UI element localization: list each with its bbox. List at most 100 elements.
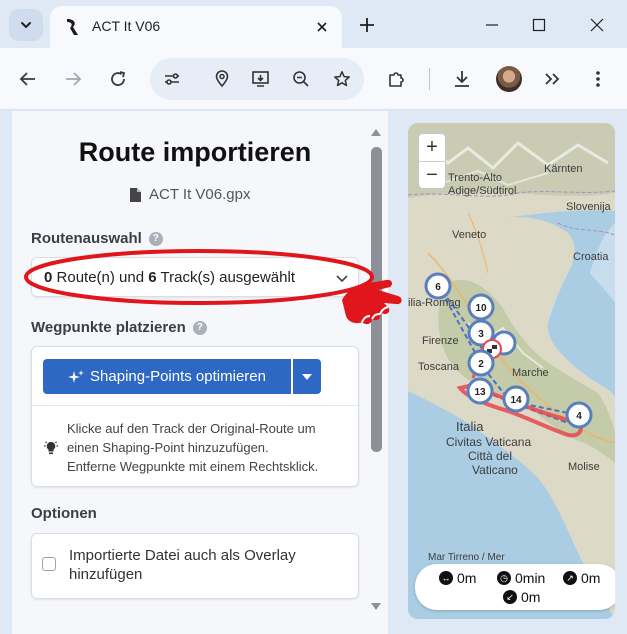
- route-section-label: Routenauswahl ?: [31, 230, 163, 247]
- scroll-up-icon: [371, 129, 381, 136]
- file-name: ACT It V06.gpx: [130, 186, 250, 203]
- close-icon: [590, 18, 604, 32]
- zoom-out-icon: [293, 71, 309, 87]
- arrow-left-icon: [19, 72, 35, 86]
- help-icon[interactable]: ?: [192, 320, 207, 335]
- route-map[interactable]: + − Trento-Alto Adige/Südtirol Kärnten S…: [408, 123, 615, 619]
- cluster-label: 10: [475, 303, 487, 314]
- route-label: Route(n) und: [56, 269, 145, 286]
- reload-button[interactable]: [106, 67, 130, 91]
- waypoint-section-title: Wegpunkte platzieren: [31, 319, 186, 336]
- route-selection-text: 0 Route(n) und 6 Track(s) ausgewählt: [44, 269, 295, 286]
- star-icon: [334, 71, 350, 87]
- puzzle-icon: [389, 72, 404, 87]
- lightbulb-icon: [44, 440, 58, 454]
- cluster-marker[interactable]: 2: [467, 349, 495, 377]
- tab-title: ACT It V06: [92, 18, 161, 34]
- waypoint-section-label: Wegpunkte platzieren ?: [31, 319, 207, 336]
- cluster-marker[interactable]: 13: [466, 377, 494, 405]
- new-tab-button[interactable]: [356, 14, 378, 36]
- tab-close-button[interactable]: [312, 17, 332, 37]
- waypoint-info-text: Klicke auf den Track der Original-Route …: [67, 419, 318, 476]
- active-tab[interactable]: ACT It V06: [50, 6, 342, 48]
- ascent-stat: ↗ 0m: [563, 570, 600, 586]
- tune-icon: [165, 73, 179, 85]
- overlay-checkbox-label[interactable]: Importierte Datei auch als Overlay hinzu…: [69, 546, 349, 584]
- maximize-button[interactable]: [528, 14, 550, 36]
- cluster-marker[interactable]: 10: [467, 293, 495, 321]
- back-button[interactable]: [16, 67, 40, 91]
- route-section-title: Routenauswahl: [31, 230, 142, 247]
- bookmark-button[interactable]: [330, 67, 354, 91]
- chevron-down-icon: [21, 22, 31, 28]
- forward-button[interactable]: [61, 67, 85, 91]
- file-name-text: ACT It V06.gpx: [149, 186, 251, 203]
- arrows-horizontal-icon: ↔: [439, 571, 453, 585]
- cluster-label: 4: [576, 411, 582, 422]
- arrow-down-left-icon: ↙: [503, 590, 517, 604]
- profile-avatar[interactable]: [496, 66, 522, 92]
- cluster-label: 6: [435, 282, 441, 293]
- double-chevron-right-icon: [545, 73, 560, 85]
- waypoint-info: Klicke auf den Track der Original-Route …: [43, 419, 353, 476]
- ascent-value: 0m: [581, 570, 601, 586]
- window-close-button[interactable]: [586, 14, 608, 36]
- plus-icon: [360, 18, 374, 32]
- info-line: Entferne Wegpunkte mit einem Rechtsklick…: [67, 459, 319, 474]
- download-icon: [455, 71, 469, 87]
- zoom-button[interactable]: [289, 67, 313, 91]
- scrollbar-thumb[interactable]: [371, 147, 382, 452]
- waypoint-card: Shaping-Points optimieren Klicke auf den…: [31, 346, 359, 487]
- close-icon: [317, 22, 327, 32]
- install-app-button[interactable]: [249, 67, 273, 91]
- overlay-checkbox[interactable]: [42, 557, 56, 571]
- route-count: 0: [44, 269, 53, 286]
- info-line: einen Shaping-Point hinzuzufügen.: [67, 440, 269, 455]
- clock-icon: ◷: [497, 571, 511, 585]
- cluster-marker[interactable]: 4: [565, 401, 593, 429]
- cluster-label: 14: [510, 395, 522, 406]
- route-stats: ↔ 0m ◷ 0min ↗ 0m ↙ 0m: [415, 564, 615, 610]
- cluster-label: 3: [478, 329, 484, 340]
- caret-down-icon: [302, 373, 312, 380]
- tab-strip: ACT It V06: [0, 0, 627, 48]
- options-card: Importierte Datei auch als Overlay hinzu…: [31, 533, 359, 599]
- app-logo-icon: [67, 19, 78, 35]
- help-icon[interactable]: ?: [148, 231, 163, 246]
- tab-search-button[interactable]: [9, 9, 43, 41]
- optimize-button-group: Shaping-Points optimieren: [43, 359, 321, 394]
- duration-value: 0min: [515, 570, 546, 586]
- minimize-icon: [486, 24, 498, 26]
- page-title: Route importieren: [78, 137, 312, 167]
- optimize-options-button[interactable]: [293, 359, 321, 394]
- track-label: Track(s) ausgewählt: [160, 269, 296, 286]
- site-settings-button[interactable]: [160, 67, 184, 91]
- cluster-marker[interactable]: 6: [424, 272, 452, 300]
- route-selection-dropdown[interactable]: 0 Route(n) und 6 Track(s) ausgewählt: [31, 257, 359, 297]
- panel-scrollbar[interactable]: [365, 123, 387, 617]
- cluster-label: 2: [478, 359, 484, 370]
- cluster-label: 13: [474, 387, 486, 398]
- descent-stat: ↙ 0m: [503, 589, 540, 605]
- extensions-button[interactable]: [385, 67, 409, 91]
- chevron-down-icon: [336, 275, 348, 283]
- cluster-marker[interactable]: 14: [502, 385, 530, 413]
- minimize-button[interactable]: [481, 14, 503, 36]
- location-button[interactable]: [210, 67, 234, 91]
- map-markers: 6 10 3 2 13 14 4: [424, 272, 593, 429]
- scroll-down-icon: [371, 603, 381, 610]
- toolbar-separator: [429, 68, 430, 90]
- info-line: Klicke auf den Track der Original-Route …: [67, 421, 316, 436]
- options-section-title: Optionen: [31, 505, 97, 522]
- downloads-button[interactable]: [450, 67, 474, 91]
- maximize-icon: [532, 18, 546, 32]
- kebab-menu-icon: [596, 71, 600, 87]
- more-tools-button[interactable]: [540, 67, 564, 91]
- menu-button[interactable]: [586, 67, 610, 91]
- optimize-shaping-points-button[interactable]: Shaping-Points optimieren: [43, 359, 291, 394]
- distance-stat: ↔ 0m: [439, 570, 476, 586]
- descent-value: 0m: [521, 589, 541, 605]
- arrow-up-right-icon: ↗: [563, 571, 577, 585]
- address-bar[interactable]: [150, 58, 364, 100]
- optimize-button-label: Shaping-Points optimieren: [90, 368, 266, 385]
